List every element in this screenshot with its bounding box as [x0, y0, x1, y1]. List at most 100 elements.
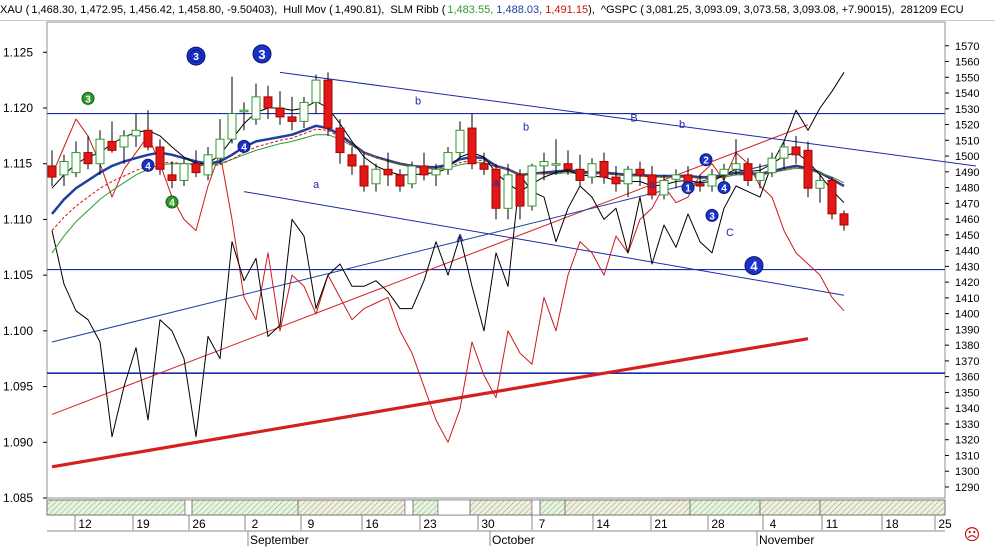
legend-close: ), — [887, 4, 895, 16]
candle-up[interactable] — [119, 135, 129, 148]
candle-up[interactable] — [587, 163, 597, 178]
right-axis-label: 1560 — [955, 57, 979, 69]
candle-up[interactable] — [719, 168, 729, 176]
candle-up[interactable] — [95, 138, 105, 165]
plot-area[interactable] — [46, 21, 946, 499]
candle-up[interactable] — [431, 168, 441, 176]
candle-up[interactable] — [671, 174, 681, 180]
candle-down[interactable] — [479, 163, 489, 170]
right-axis-label: 1530 — [955, 104, 979, 116]
left-axis-label: 1.115 — [3, 157, 32, 171]
x-axis-label: 30 — [481, 517, 495, 531]
candle-down[interactable] — [563, 163, 573, 170]
wave-label: A — [456, 233, 464, 245]
candle-up[interactable] — [71, 152, 81, 174]
candle-up[interactable] — [815, 179, 825, 189]
candle-down[interactable] — [467, 127, 477, 165]
candle-up[interactable] — [455, 129, 465, 154]
candle-up[interactable] — [371, 168, 381, 185]
candle-down[interactable] — [575, 168, 585, 181]
legend-value: 3,073.58, — [743, 4, 793, 16]
candle-down[interactable] — [167, 174, 177, 181]
candle-up[interactable] — [659, 179, 669, 196]
candle-down[interactable] — [383, 168, 393, 176]
candle-down[interactable] — [347, 154, 357, 167]
candle-down[interactable] — [335, 127, 345, 154]
wave-circle-label: 4 — [750, 259, 758, 274]
candle-down[interactable] — [791, 146, 801, 156]
legend-value: 1,458.80, — [178, 4, 228, 16]
candle-up[interactable] — [407, 165, 417, 185]
candle-up[interactable] — [215, 138, 225, 159]
candle-down[interactable] — [395, 174, 405, 187]
candle-up[interactable] — [227, 113, 237, 140]
right-axis-label: 1310 — [955, 450, 979, 462]
candle-down[interactable] — [419, 165, 429, 176]
right-axis-label: 1540 — [955, 88, 979, 100]
candle-down[interactable] — [515, 174, 525, 207]
candle-down[interactable] — [287, 116, 297, 122]
x-axis-label: 4 — [770, 517, 777, 531]
x-axis-label: 25 — [938, 517, 952, 531]
candle-down[interactable] — [611, 176, 621, 185]
candle-down[interactable] — [323, 79, 333, 129]
right-axis-label: 1550 — [955, 72, 979, 84]
candle-up[interactable] — [755, 172, 765, 181]
candle-down[interactable] — [107, 140, 117, 151]
candle-down[interactable] — [695, 183, 705, 187]
legend-value: +7.90015 — [841, 4, 888, 16]
candle-up[interactable] — [623, 168, 633, 185]
session-strip-segment — [404, 499, 414, 516]
right-axis-label: 1300 — [955, 466, 979, 478]
candle-up[interactable] — [779, 146, 789, 159]
candle-down[interactable] — [839, 213, 849, 226]
candle-up[interactable] — [707, 174, 717, 187]
candle-down[interactable] — [599, 160, 609, 178]
candle-down[interactable] — [743, 163, 753, 181]
candle-down[interactable] — [803, 149, 813, 189]
candle-down[interactable] — [827, 179, 837, 215]
x-axis-label: 28 — [711, 517, 725, 531]
candle-up[interactable] — [239, 109, 249, 113]
candle-up[interactable] — [503, 174, 513, 209]
wave-label: b — [523, 121, 529, 133]
candle-up[interactable] — [731, 163, 741, 170]
candle-down[interactable] — [359, 165, 369, 187]
candle-up[interactable] — [539, 160, 549, 167]
candle-up[interactable] — [179, 163, 189, 181]
legend-value: -9.50403 — [227, 4, 271, 16]
candle-down[interactable] — [191, 163, 201, 174]
candle-up[interactable] — [203, 154, 213, 176]
candle-up[interactable] — [299, 101, 309, 122]
candle-up[interactable] — [527, 165, 537, 207]
candle-up[interactable] — [131, 129, 141, 137]
right-axis-label: 1510 — [955, 135, 979, 147]
candle-down[interactable] — [275, 107, 285, 118]
candle-up[interactable] — [59, 160, 69, 176]
candle-down[interactable] — [635, 168, 645, 176]
candle-down[interactable] — [83, 152, 93, 165]
candle-down[interactable] — [263, 96, 273, 109]
session-strip-segment — [539, 499, 566, 516]
x-axis-label: 12 — [78, 517, 92, 531]
legend-value: 1,472.95, — [80, 4, 130, 16]
price-chart[interactable]: 1.085 1.090 1.095 1.100 1.105 1.110 1.115 1.120… — [0, 20, 995, 550]
legend-label: ^GSPC ( — [600, 4, 644, 16]
right-axis-label: 1480 — [955, 183, 979, 195]
candle-up[interactable] — [551, 163, 561, 166]
legend-value: 1,491.15 — [545, 4, 589, 16]
candle-down[interactable] — [143, 129, 153, 148]
candle-up[interactable] — [251, 96, 261, 120]
status-smiley-icon: ☹ — [964, 527, 981, 544]
x-axis-label: 2 — [252, 517, 259, 531]
x-axis-label: 14 — [596, 517, 610, 531]
candle-up[interactable] — [443, 152, 453, 170]
candle-down[interactable] — [155, 146, 165, 170]
candle-down[interactable] — [47, 165, 57, 178]
candle-up[interactable] — [767, 157, 777, 174]
candle-up[interactable] — [311, 79, 321, 103]
x-axis-label: 21 — [654, 517, 668, 531]
left-axis-label: 1.100 — [3, 324, 33, 338]
legend-close: ), — [588, 4, 595, 16]
legend-value: 1,483.55, — [447, 4, 497, 16]
